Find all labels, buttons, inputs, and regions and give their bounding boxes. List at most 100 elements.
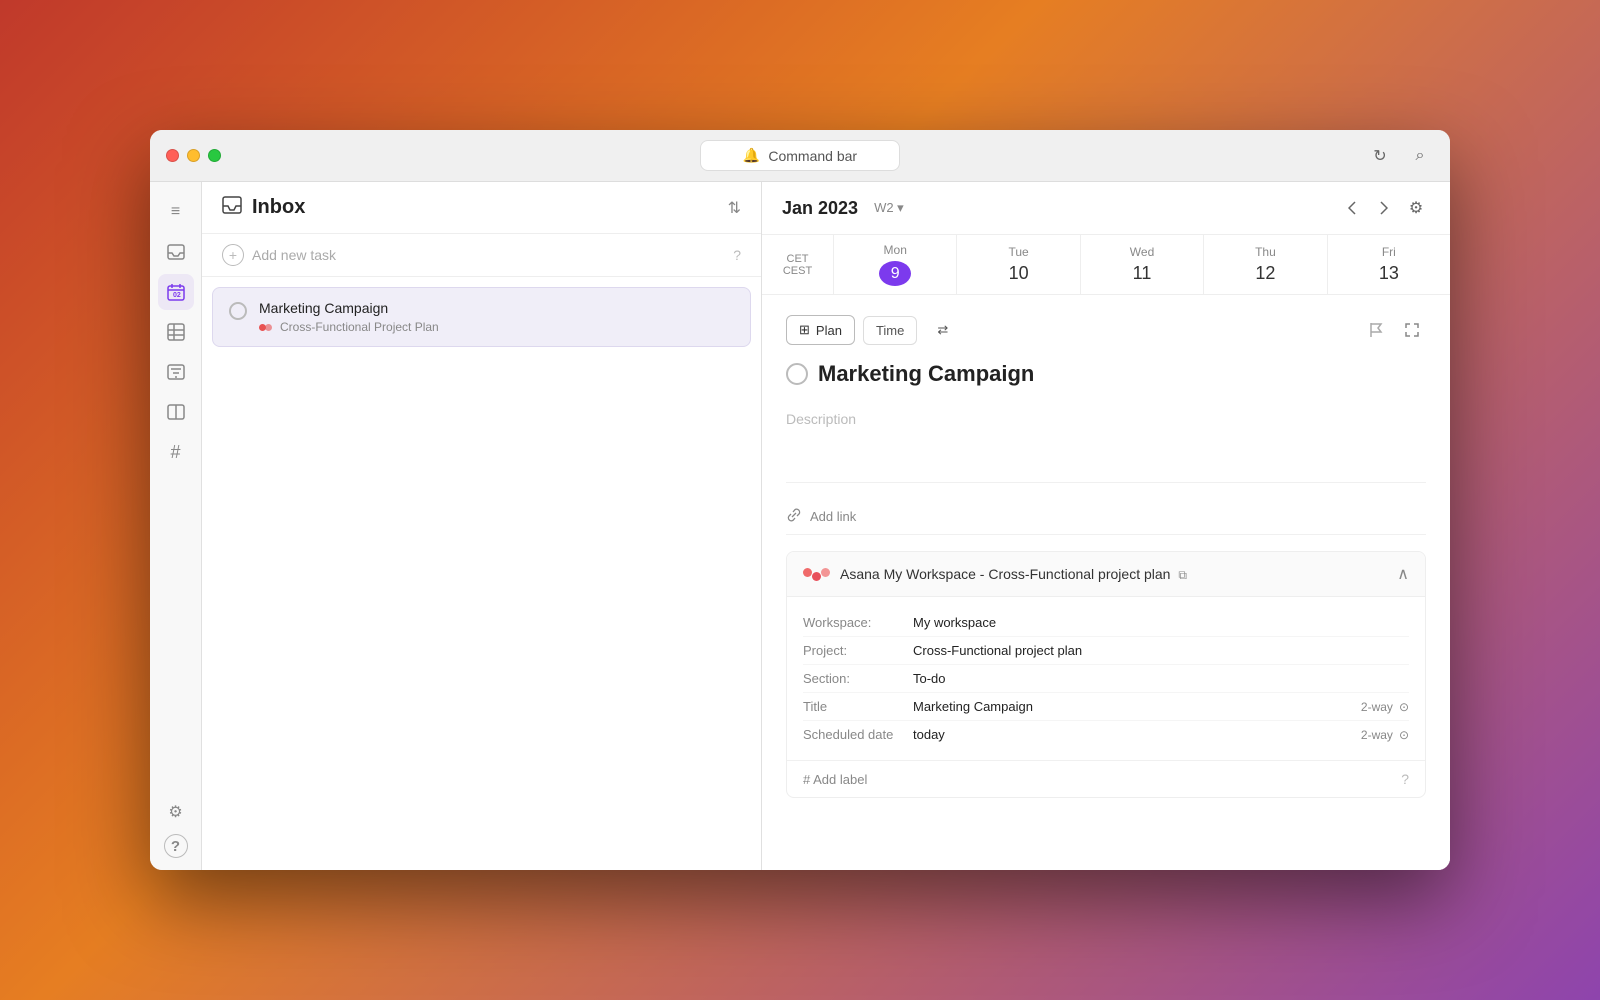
search-icon: ⌕ xyxy=(1416,147,1425,165)
day-tue[interactable]: Tue 10 xyxy=(957,235,1080,294)
tab-plan[interactable]: ⊞ Plan xyxy=(786,315,855,345)
command-bar-button[interactable]: 🔔 Command bar xyxy=(700,140,900,171)
refresh-button[interactable]: ↻ xyxy=(1366,142,1394,170)
refresh-icon: ↻ xyxy=(1373,146,1386,166)
prev-week-button[interactable] xyxy=(1338,194,1366,222)
plan-tab-label: Plan xyxy=(816,323,842,338)
day-tue-name: Tue xyxy=(1008,245,1028,259)
info-row-section: Section: To-do xyxy=(803,665,1409,693)
sidebar-item-hashtag[interactable]: # xyxy=(158,434,194,470)
sidebar-item-inbox[interactable] xyxy=(158,234,194,270)
day-fri-number: 13 xyxy=(1379,263,1399,284)
minimize-button[interactable] xyxy=(187,149,200,162)
day-fri-name: Fri xyxy=(1382,245,1396,259)
integration-title: Asana My Workspace - Cross-Functional pr… xyxy=(840,566,1187,583)
add-task-bar[interactable]: + Add new task ? xyxy=(202,234,761,277)
day-wed-number: 11 xyxy=(1133,263,1152,284)
integration-collapse-button[interactable]: ∧ xyxy=(1397,564,1409,584)
inbox-panel: Inbox ⇅ + Add new task ? Marketing Campa… xyxy=(202,182,762,870)
sync-tab-icon: ⇄ xyxy=(937,322,948,338)
detail-task-title: Marketing Campaign xyxy=(818,361,1034,387)
ext-link-icon[interactable]: ⧉ xyxy=(1178,568,1187,582)
add-link-label: Add link xyxy=(810,509,856,524)
integration-workspace-project: My Workspace - Cross-Functional project … xyxy=(884,566,1171,582)
workspace-label: Workspace: xyxy=(803,615,913,630)
day-wed-name: Wed xyxy=(1130,245,1154,259)
section-label: Section: xyxy=(803,671,913,686)
task-content: Marketing Campaign Cross-Functional Proj… xyxy=(259,300,734,334)
command-bar-center: 🔔 Command bar xyxy=(700,140,900,171)
main-content: ≡ 02 xyxy=(150,182,1450,870)
titlebar-actions: ↻ ⌕ xyxy=(1366,142,1434,170)
day-fri[interactable]: Fri 13 xyxy=(1328,235,1450,294)
task-detail-panel: ⊞ Plan Time ⇄ xyxy=(762,295,1450,870)
sidebar-item-table[interactable] xyxy=(158,314,194,350)
add-label-text: # Add label xyxy=(803,772,867,787)
description-placeholder: Description xyxy=(786,411,856,427)
next-week-button[interactable] xyxy=(1370,194,1398,222)
timezone-label-1: CET xyxy=(787,253,809,265)
title-sync-icon: ⊙ xyxy=(1399,700,1409,714)
add-task-help-icon: ? xyxy=(733,247,741,263)
app-window: 🔔 Command bar ↻ ⌕ ≡ xyxy=(150,130,1450,870)
task-list: Marketing Campaign Cross-Functional Proj… xyxy=(202,277,761,870)
section-value: To-do xyxy=(913,671,946,686)
sort-button[interactable]: ⇅ xyxy=(728,198,741,218)
title-field-label: Title xyxy=(803,699,913,714)
day-wed[interactable]: Wed 11 xyxy=(1081,235,1204,294)
integration-header: Asana My Workspace - Cross-Functional pr… xyxy=(787,552,1425,597)
info-row-project: Project: Cross-Functional project plan xyxy=(803,637,1409,665)
project-label: Project: xyxy=(803,643,913,658)
timezone-cell: CET CEST xyxy=(762,235,834,294)
info-row-scheduled: Scheduled date today 2-way ⊙ xyxy=(803,721,1409,748)
scheduled-sync-label: 2-way xyxy=(1361,728,1393,742)
add-task-label: Add new task xyxy=(252,247,725,263)
calendar-month: Jan 2023 xyxy=(782,198,858,219)
workspace-value: My workspace xyxy=(913,615,996,630)
project-icon xyxy=(259,324,275,331)
sidebar-item-filter[interactable] xyxy=(158,354,194,390)
asana-app-name: Asana xyxy=(840,566,880,582)
title-field-value: Marketing Campaign xyxy=(913,699,1033,714)
expand-button[interactable] xyxy=(1398,316,1426,344)
sidebar-item-settings[interactable]: ⚙ xyxy=(158,794,194,830)
maximize-button[interactable] xyxy=(208,149,221,162)
search-button[interactable]: ⌕ xyxy=(1406,142,1434,170)
task-project: Cross-Functional Project Plan xyxy=(280,320,439,334)
day-mon[interactable]: Mon 9 xyxy=(834,235,957,294)
command-bar-label: Command bar xyxy=(768,148,857,164)
tab-time[interactable]: Time xyxy=(863,316,917,345)
scheduled-date-value: today xyxy=(913,727,945,742)
add-label-row[interactable]: # Add label ? xyxy=(787,760,1425,797)
tab-sync[interactable]: ⇄ xyxy=(925,316,960,344)
inbox-icon xyxy=(222,196,242,219)
add-link-button[interactable]: Add link xyxy=(786,499,1426,535)
calendar-header: Jan 2023 W2 ▾ ⚙ xyxy=(762,182,1450,235)
inbox-header: Inbox ⇅ xyxy=(202,182,761,234)
task-checkbox[interactable] xyxy=(229,302,247,320)
detail-task-checkbox[interactable] xyxy=(786,363,808,385)
calendar-settings-button[interactable]: ⚙ xyxy=(1402,194,1430,222)
day-mon-number: 9 xyxy=(879,261,911,286)
calendar-week[interactable]: W2 ▾ xyxy=(874,200,904,216)
sidebar-item-split[interactable] xyxy=(158,394,194,430)
description-area[interactable]: Description xyxy=(786,403,1426,483)
add-task-plus-icon[interactable]: + xyxy=(222,244,244,266)
task-subtitle: Cross-Functional Project Plan xyxy=(259,320,734,334)
day-thu[interactable]: Thu 12 xyxy=(1204,235,1327,294)
close-button[interactable] xyxy=(166,149,179,162)
task-title: Marketing Campaign xyxy=(259,300,734,316)
scheduled-date-label: Scheduled date xyxy=(803,727,913,742)
sidebar-item-menu[interactable]: ≡ xyxy=(158,194,194,230)
detail-tabs: ⊞ Plan Time ⇄ xyxy=(786,315,1426,345)
task-item[interactable]: Marketing Campaign Cross-Functional Proj… xyxy=(212,287,751,347)
info-row-title: Title Marketing Campaign 2-way ⊙ xyxy=(803,693,1409,721)
title-sync-info: 2-way ⊙ xyxy=(1361,700,1409,714)
alert-icon: 🔔 xyxy=(743,147,760,164)
asana-icon xyxy=(803,568,830,581)
sidebar-item-calendar[interactable]: 02 xyxy=(158,274,194,310)
sidebar-item-help[interactable]: ? xyxy=(164,834,188,858)
task-detail-header: Marketing Campaign xyxy=(786,361,1426,387)
link-icon xyxy=(786,507,802,526)
flag-button[interactable] xyxy=(1362,316,1390,344)
